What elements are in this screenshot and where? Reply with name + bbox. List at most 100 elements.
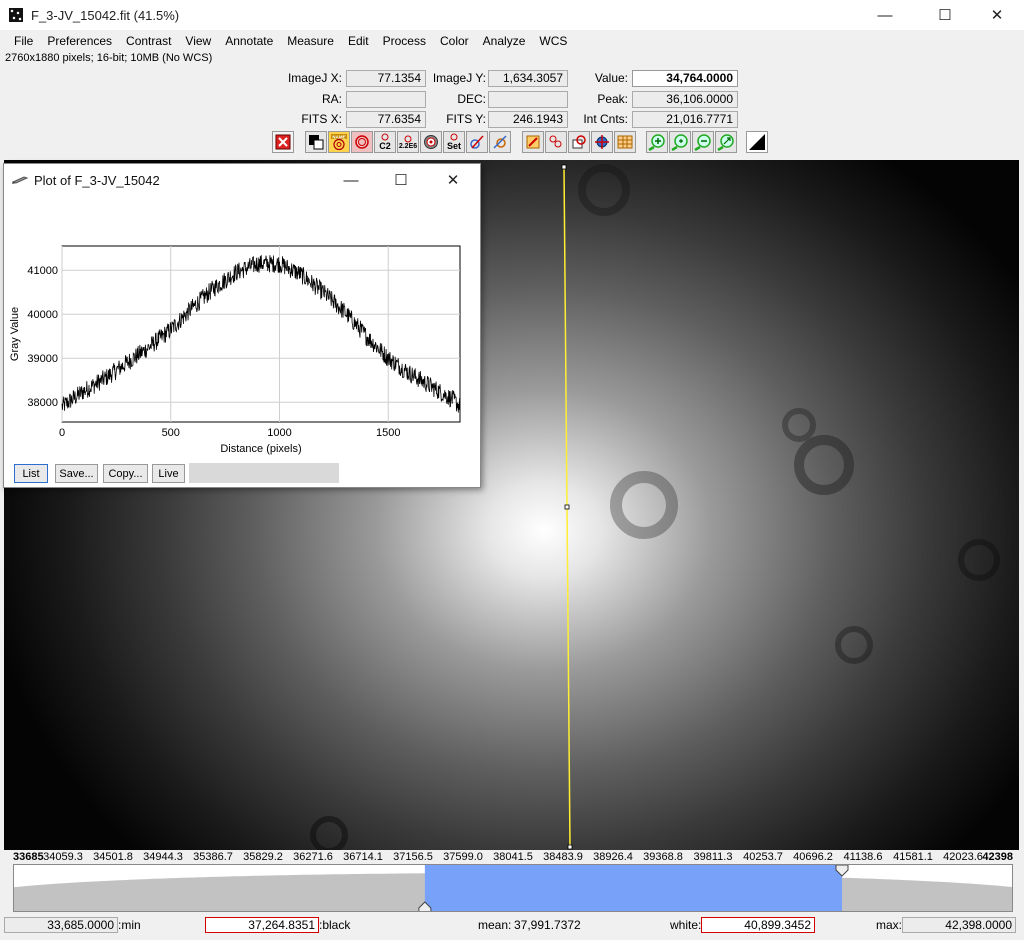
histogram-tick-label: 42023.6 xyxy=(943,851,983,863)
crosshair-button[interactable] xyxy=(591,131,613,153)
histogram-tick-label: 35386.7 xyxy=(193,851,233,863)
astrometry-button[interactable] xyxy=(466,131,488,153)
centroid-c2-button[interactable]: C2 xyxy=(374,131,396,153)
y-tick-label: 40000 xyxy=(27,309,58,321)
menu-analyze[interactable]: Analyze xyxy=(476,34,533,48)
invert-toggle-button[interactable] xyxy=(305,131,327,153)
menu-color[interactable]: Color xyxy=(433,34,476,48)
multi-plot-button[interactable] xyxy=(568,131,590,153)
save-button[interactable]: Save... xyxy=(55,464,98,483)
pencil-icon xyxy=(12,176,28,184)
white-level-input[interactable]: 40,899.3452 xyxy=(701,917,815,933)
clear-overlay-button[interactable] xyxy=(272,131,294,153)
aperture-button[interactable] xyxy=(351,131,373,153)
app-icon xyxy=(9,8,23,22)
menu-annotate[interactable]: Annotate xyxy=(218,34,280,48)
menu-edit[interactable]: Edit xyxy=(341,34,376,48)
invert-display-button[interactable] xyxy=(746,131,768,153)
menu-process[interactable]: Process xyxy=(376,34,433,48)
aperture-icon xyxy=(355,135,369,149)
set-label: Set xyxy=(446,141,461,151)
line-handle-bottom[interactable] xyxy=(567,844,573,850)
alignment-button[interactable] xyxy=(489,131,511,153)
maximize-button[interactable]: ☐ xyxy=(922,0,968,30)
zoom-fit-icon xyxy=(717,134,734,151)
table-button[interactable] xyxy=(614,131,636,153)
table-icon xyxy=(617,135,633,149)
histogram-tick-label: 34501.8 xyxy=(93,851,133,863)
name-icon-label: NAME xyxy=(332,135,345,140)
zoom-in-fine-button[interactable] xyxy=(669,131,691,153)
imagej-x-label: ImageJ X: xyxy=(287,71,342,85)
int-cnts-field: 21,016.7771 xyxy=(632,111,738,128)
menu-contrast[interactable]: Contrast xyxy=(119,34,178,48)
image-info-line: 2760x1880 pixels; 16-bit; 10MB (No WCS) xyxy=(5,52,213,64)
target-icon xyxy=(424,135,438,149)
imagej-y-label: ImageJ Y: xyxy=(432,71,486,85)
zoom-out-button[interactable] xyxy=(692,131,714,153)
histogram-panel[interactable] xyxy=(13,864,1013,912)
target-aperture-button[interactable] xyxy=(420,131,442,153)
live-button[interactable]: Live xyxy=(152,464,185,483)
min-field: 33,685.0000 xyxy=(4,917,118,933)
value-field: 34,764.0000 xyxy=(632,70,738,87)
mean-label: mean: xyxy=(478,918,512,932)
display-range-highlight xyxy=(424,865,842,911)
histogram-tick-label: 36271.6 xyxy=(293,851,333,863)
x-tick-label: 0 xyxy=(59,427,65,439)
close-button[interactable]: ✕ xyxy=(974,0,1020,30)
y-tick-label: 39000 xyxy=(27,353,58,365)
annotate-button[interactable] xyxy=(522,131,544,153)
y-tick-label: 41000 xyxy=(27,265,58,277)
plot-maximize-button[interactable]: ☐ xyxy=(378,164,424,196)
aperture-small-icon xyxy=(381,133,389,141)
menu-wcs[interactable]: WCS xyxy=(532,34,574,48)
invert-icon xyxy=(309,135,324,150)
x-axis-label: Distance (pixels) xyxy=(220,443,301,455)
histogram-tick-label: 42398 xyxy=(982,851,1013,863)
plot-minimize-button[interactable]: — xyxy=(328,164,374,196)
menu-file[interactable]: File xyxy=(0,34,40,48)
aperture-2e6-button[interactable]: 2.2E6 xyxy=(397,131,419,153)
histogram-tick-label: 40253.7 xyxy=(743,851,783,863)
copy-button[interactable]: Copy... xyxy=(103,464,148,483)
histogram-tick-label: 39811.3 xyxy=(693,851,733,863)
multi-aperture-button[interactable] xyxy=(545,131,567,153)
plot-window-title: Plot of F_3-JV_15042 xyxy=(34,173,160,188)
profile-chart: 0 500 1000 1500 38000 39000 40000 41000 Distance… xyxy=(9,245,461,455)
dec-label: DEC: xyxy=(457,92,486,106)
annotate-icon xyxy=(526,135,540,149)
peak-label: Peak: xyxy=(597,92,628,106)
histogram-tick-label: 34059.3 xyxy=(43,851,83,863)
zoom-in-button[interactable] xyxy=(646,131,668,153)
menu-measure[interactable]: Measure xyxy=(280,34,341,48)
max-field: 42,398.0000 xyxy=(902,917,1016,933)
multi-plot-icon xyxy=(572,135,586,149)
contrast-triangle-icon xyxy=(749,134,765,150)
multi-aperture-icon xyxy=(549,135,562,148)
plot-close-button[interactable]: ✕ xyxy=(430,164,476,196)
contrast-status-row: 33,685.0000 :min 37,264.8351 :black mean… xyxy=(0,917,1024,934)
histogram-tick-label: 41138.6 xyxy=(843,851,883,863)
astroimagej-window: F_3-JV_15042.fit (41.5%) — ☐ ✕ File Pref… xyxy=(0,0,1024,940)
line-handle-middle[interactable] xyxy=(564,504,570,510)
menu-preferences[interactable]: Preferences xyxy=(40,34,119,48)
zoom-in-fine-icon xyxy=(671,134,688,151)
y-tick-label: 38000 xyxy=(27,397,58,409)
x-tick-label: 1000 xyxy=(267,427,291,439)
black-level-input[interactable]: 37,264.8351 xyxy=(205,917,319,933)
histogram-scale-labels: 33685 34059.3 34501.8 34944.3 35386.7 35829.2… xyxy=(0,851,1024,864)
line-handle-top[interactable] xyxy=(561,164,567,170)
show-names-button[interactable]: NAME xyxy=(328,131,350,153)
zoom-fit-button[interactable] xyxy=(715,131,737,153)
name-aperture-icon: NAME xyxy=(331,134,347,151)
list-button[interactable]: List xyxy=(14,464,48,483)
set-aperture-button[interactable]: Set xyxy=(443,131,465,153)
aperture-small-icon-3 xyxy=(450,133,458,141)
peak-field: 36,106.0000 xyxy=(632,91,738,108)
profile-plot-window: Plot of F_3-JV_15042 — ☐ ✕ 0 500 1000 1500 3… xyxy=(3,163,481,488)
menu-view[interactable]: View xyxy=(178,34,218,48)
minimize-button[interactable]: — xyxy=(862,0,908,30)
astrometry-icon xyxy=(470,135,484,149)
clear-icon xyxy=(275,134,291,150)
